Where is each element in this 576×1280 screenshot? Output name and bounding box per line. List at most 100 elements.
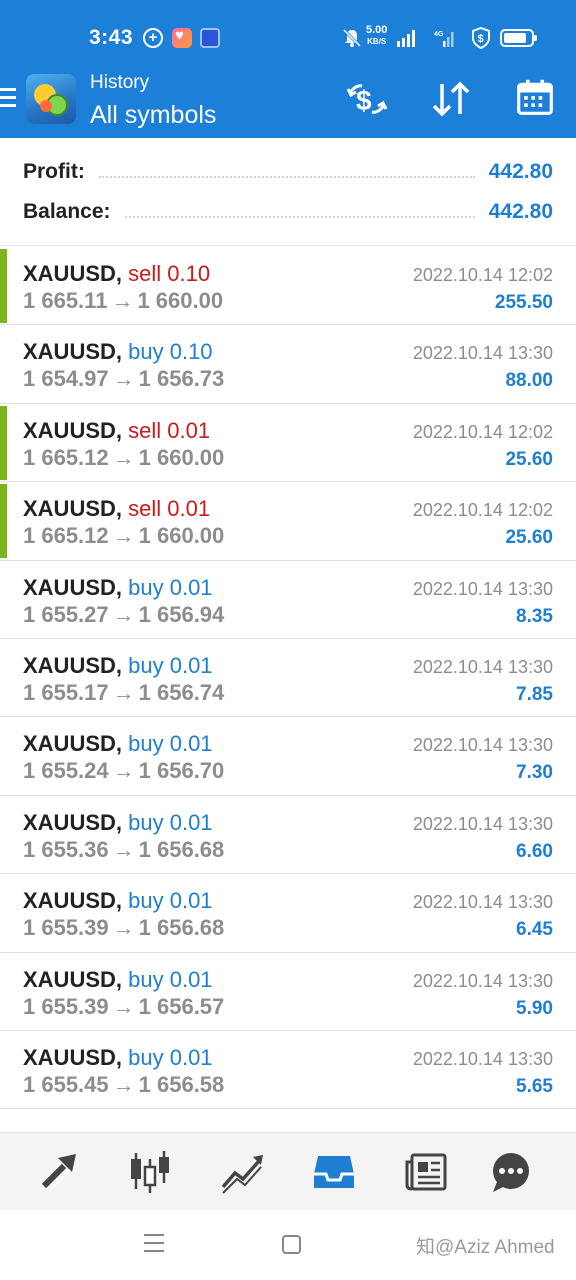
trade-time: 2022.10.14 13:30: [412, 343, 553, 364]
chat-icon[interactable]: [486, 1147, 536, 1197]
balance-row: Balance: 442.80: [23, 197, 553, 227]
arrow-right-icon: →: [112, 679, 135, 705]
open-price: 1 655.17: [23, 679, 109, 705]
trade-row[interactable]: XAUUSD, buy 0.01 1 655.17 → 1 656.74 2022.…: [0, 638, 576, 718]
trade-row[interactable]: XAUUSD, buy 0.01 1 655.24 → 1 656.70 2022.…: [0, 717, 576, 796]
trade-row[interactable]: XAUUSD, buy 0.10 1 654.97 → 1 656.73 2022.…: [0, 325, 576, 404]
svg-text:$: $: [356, 85, 372, 116]
trade-time: 2022.10.14 13:30: [412, 656, 553, 677]
open-price: 1 655.27: [23, 601, 109, 627]
arrow-right-icon: →: [112, 523, 135, 549]
trade-profit: 25.60: [505, 527, 553, 549]
trade-prices: 1 655.39 → 1 656.68: [23, 915, 224, 941]
arrow-right-icon: →: [112, 601, 135, 627]
arrow-right-icon: →: [112, 836, 135, 862]
menu-icon[interactable]: [0, 88, 16, 110]
close-price: 1 656.74: [138, 679, 225, 705]
svg-text:4G: 4G: [434, 31, 444, 38]
trade-profit: 255.50: [494, 292, 553, 313]
profit-row: Profit: 442.80: [23, 157, 553, 187]
trade-prices: 1 655.39 → 1 656.57: [23, 994, 224, 1020]
trade-side: sell 0.01: [128, 496, 211, 522]
watermark: 知@Aziz Ahmed: [416, 1237, 555, 1258]
profit-label: Profit:: [23, 160, 85, 183]
calendar-icon[interactable]: [514, 78, 556, 116]
trade-time: 2022.10.14 13:30: [412, 735, 553, 756]
trade-time: 2022.10.14 13:30: [412, 813, 553, 834]
trade-row[interactable]: XAUUSD, buy 0.01 1 655.36 → 1 656.68 2022.…: [0, 795, 576, 875]
svg-text:$: $: [478, 33, 484, 45]
trade-icon[interactable]: [33, 1147, 83, 1197]
trade-prices: 1 665.12 → 1 660.00: [23, 523, 224, 549]
signal-4g-icon: 4G: [434, 31, 454, 47]
profit-value: 442.80: [488, 160, 553, 183]
recent-apps-button[interactable]: [144, 1234, 164, 1254]
open-price: 1 655.24: [23, 758, 109, 784]
trade-time: 2022.10.14 13:30: [412, 892, 553, 913]
bottom-navigation: [0, 1132, 576, 1210]
deposit-withdraw-icon[interactable]: $: [346, 80, 388, 118]
trade-row[interactable]: XAUUSD, sell 0.01 1 665.12 → 1 660.00 2022…: [0, 403, 576, 483]
trade-prices: 1 654.97 → 1 656.73: [23, 366, 224, 392]
battery-icon: [500, 29, 537, 47]
arrow-right-icon: →: [112, 758, 135, 784]
close-price: 1 656.68: [138, 836, 225, 862]
trade-time: 2022.10.14 12:02: [412, 265, 553, 285]
close-price: 1 656.57: [138, 993, 225, 1019]
arrow-right-icon: →: [112, 366, 135, 392]
open-price: 1 665.12: [23, 523, 109, 549]
trade-side: buy 0.01: [128, 574, 213, 600]
trade-symbol: XAUUSD, buy 0.01: [23, 731, 213, 757]
trade-prices: 1 655.36 → 1 656.68: [23, 837, 224, 863]
trade-symbol: XAUUSD, buy 0.01: [23, 966, 213, 992]
system-navigation-bar: 知@Aziz Ahmed: [0, 1210, 576, 1280]
status-time: 3:43: [89, 26, 134, 49]
trade-symbol: XAUUSD, sell 0.10: [23, 261, 211, 286]
trade-profit: 7.85: [516, 683, 553, 705]
trade-side: buy 0.10: [128, 339, 213, 365]
trade-row[interactable]: XAUUSD, buy 0.01 1 655.39 → 1 656.57 2022.…: [0, 952, 576, 1031]
plus-circle-icon: +: [143, 28, 163, 48]
trade-symbol: XAUUSD, buy 0.10: [23, 339, 213, 365]
close-price: 1 660.00: [138, 444, 225, 470]
close-price: 1 656.70: [138, 758, 225, 784]
trade-profit: 88.00: [505, 370, 553, 392]
trade-prices: 1 655.17 → 1 656.74: [23, 680, 224, 706]
open-price: 1 655.36: [23, 836, 109, 862]
history-icon[interactable]: [309, 1147, 359, 1197]
trade-time: 2022.10.14 12:02: [412, 421, 553, 442]
trade-row[interactable]: XAUUSD, buy 0.01 1 655.27 → 1 656.94 2022.…: [0, 560, 576, 639]
account-summary: Profit: 442.80 Balance: 442.80: [0, 138, 576, 246]
chart-icon[interactable]: [125, 1147, 175, 1197]
trade-row[interactable]: XAUUSD, sell 0.10 1 665.11 → 1 660.00 2022…: [0, 247, 576, 326]
close-price: 1 656.94: [138, 601, 225, 627]
arrow-right-icon: →: [112, 993, 135, 1019]
trade-profit: 6.45: [516, 919, 553, 941]
arrow-right-icon: →: [112, 444, 135, 470]
analytics-icon[interactable]: [217, 1147, 267, 1197]
trade-time: 2022.10.14 12:02: [412, 500, 553, 521]
trade-symbol: XAUUSD, buy 0.01: [23, 888, 213, 914]
trade-time: 2022.10.14 13:30: [412, 1048, 553, 1069]
trade-profit: 5.65: [516, 1075, 553, 1097]
trade-symbol: XAUUSD, buy 0.01: [23, 574, 213, 600]
trade-profit: 5.90: [516, 997, 553, 1019]
trade-symbol: XAUUSD, sell 0.01: [23, 417, 211, 443]
symbol-filter-title[interactable]: All symbols: [90, 101, 216, 130]
trade-profit: 6.60: [516, 840, 553, 862]
mute-bell-icon: [342, 28, 362, 48]
trade-symbol: XAUUSD, sell 0.01: [23, 496, 211, 522]
trade-row[interactable]: XAUUSD, buy 0.01 1 655.39 → 1 656.68 2022.…: [0, 874, 576, 953]
news-icon[interactable]: [401, 1147, 451, 1197]
trade-row[interactable]: XAUUSD, sell 0.01 1 665.12 → 1 660.00 2022…: [0, 482, 576, 561]
sort-icon[interactable]: [430, 80, 472, 118]
trade-prices: 1 665.12 → 1 660.00: [23, 445, 224, 471]
home-button[interactable]: [282, 1235, 301, 1254]
trade-symbol: XAUUSD, buy 0.01: [23, 1044, 213, 1070]
network-speed: 5.00 KB/S: [366, 24, 388, 47]
trade-row[interactable]: XAUUSD, buy 0.01 1 655.45 → 1 656.58 2022.…: [0, 1030, 576, 1110]
trade-symbol: XAUUSD, buy 0.01: [23, 809, 213, 835]
shield-dollar-icon: $: [472, 27, 490, 49]
open-price: 1 665.11: [23, 288, 108, 313]
app-notification-icon: [200, 28, 220, 48]
